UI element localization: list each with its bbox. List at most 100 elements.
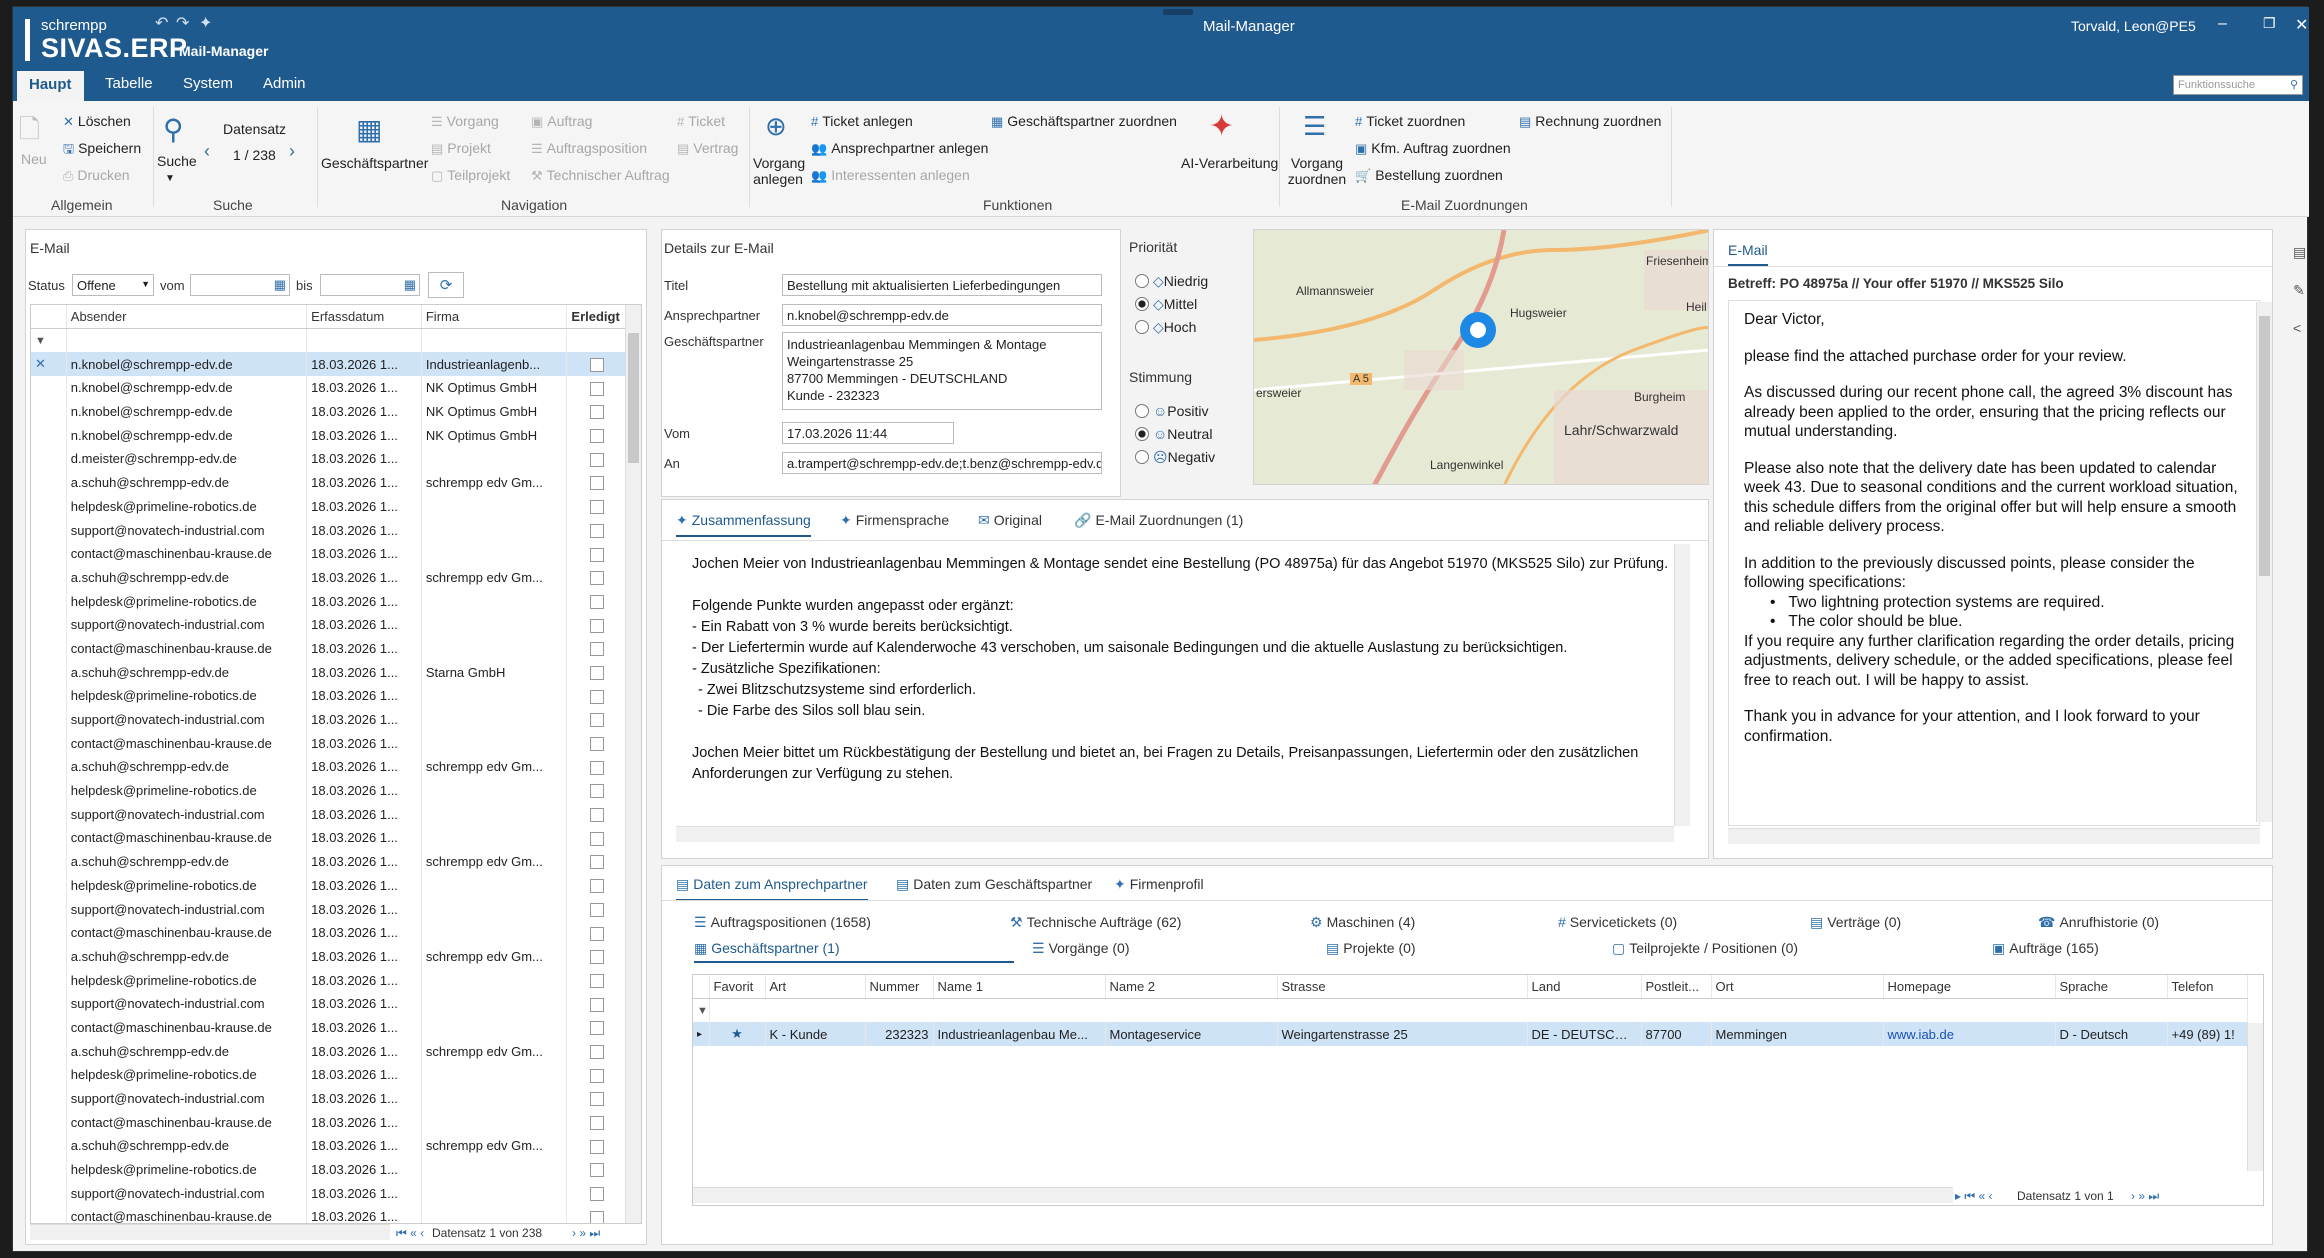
- priority-mittel[interactable]: ◇Mittel: [1135, 296, 1197, 313]
- new-button[interactable]: Neu: [21, 151, 47, 167]
- print-button[interactable]: ⎙ Drucken: [63, 167, 130, 184]
- row-indicator[interactable]: [31, 636, 67, 661]
- filter-row[interactable]: [709, 998, 2248, 1023]
- row-indicator[interactable]: [31, 1015, 67, 1040]
- table-row[interactable]: a.schuh@schrempp-edv.de 18.03.2026 1... sc…: [31, 470, 627, 495]
- row-indicator[interactable]: [31, 1086, 67, 1111]
- col-sprache[interactable]: Sprache: [2055, 975, 2168, 1000]
- email-vscroll[interactable]: [2256, 302, 2272, 822]
- summary-vscroll[interactable]: [1674, 544, 1690, 826]
- vom-field[interactable]: 17.03.2026 11:44: [782, 422, 954, 444]
- subtab-vorgaenge[interactable]: ☰ Vorgänge (0): [1032, 940, 1130, 957]
- row-indicator[interactable]: [31, 707, 67, 732]
- row-indicator[interactable]: [31, 589, 67, 613]
- ansprechpartner-field[interactable]: n.knobel@schrempp-edv.de: [782, 304, 1102, 326]
- row-indicator[interactable]: [31, 968, 67, 992]
- erledigt-checkbox[interactable]: [589, 594, 604, 609]
- restore-icon[interactable]: ❐: [2263, 15, 2276, 32]
- col-erfassdatum[interactable]: Erfassdatum: [306, 305, 422, 330]
- table-row[interactable]: contact@maschinenbau-krause.de 18.03.2026…: [31, 541, 627, 566]
- row-indicator[interactable]: [31, 826, 67, 850]
- erledigt-checkbox[interactable]: [589, 547, 604, 562]
- erledigt-checkbox[interactable]: [589, 1116, 604, 1130]
- search-button[interactable]: Suche: [157, 153, 197, 169]
- table-row[interactable]: helpdesk@primeline-robotics.de 18.03.2026…: [31, 494, 627, 519]
- erledigt-checkbox[interactable]: [589, 713, 604, 728]
- row-indicator[interactable]: [31, 802, 67, 827]
- vom-date-input[interactable]: ▦: [190, 274, 290, 296]
- table-row[interactable]: a.schuh@schrempp-edv.de 18.03.2026 1... sc…: [31, 1134, 627, 1158]
- table-row[interactable]: contact@maschinenbau-krause.de 18.03.2026…: [31, 731, 627, 756]
- email-hscroll[interactable]: [1728, 828, 2260, 844]
- table-row[interactable]: ▸ ★ K - Kunde 232323 Industrieanlagenbau…: [693, 1022, 2248, 1047]
- erledigt-checkbox[interactable]: [589, 1044, 604, 1059]
- erledigt-checkbox[interactable]: [589, 997, 604, 1012]
- delete-button[interactable]: ✕ Löschen: [63, 113, 131, 130]
- row-indicator[interactable]: [31, 778, 67, 803]
- close-icon[interactable]: ✕: [2295, 15, 2308, 35]
- col-name1[interactable]: Name 1: [933, 975, 1106, 1000]
- filter-cell[interactable]: [421, 328, 568, 353]
- table-row[interactable]: contact@maschinenbau-krause.de 18.03.2026…: [31, 920, 627, 945]
- table-row[interactable]: n.knobel@schrempp-edv.de 18.03.2026 1... N…: [31, 399, 627, 424]
- tab-zusammenfassung[interactable]: ✦ Zusammenfassung: [676, 512, 811, 537]
- tab-email[interactable]: E-Mail: [1728, 242, 1768, 266]
- subtab-technische-auftraege[interactable]: ⚒ Technische Aufträge (62): [1010, 914, 1181, 931]
- map-view[interactable]: Friesenheim Allmannsweier Hugsweier Heil…: [1253, 229, 1709, 485]
- edit-icon[interactable]: ✎: [2293, 271, 2307, 309]
- prev-record-icon[interactable]: ‹: [204, 141, 210, 162]
- undo-icon[interactable]: ↶: [155, 13, 168, 33]
- table-row[interactable]: helpdesk@primeline-robotics.de 18.03.2026…: [31, 873, 627, 898]
- pager-first-icon[interactable]: ⏮ « ‹: [396, 1226, 424, 1241]
- erledigt-checkbox[interactable]: [589, 950, 604, 965]
- row-indicator[interactable]: [31, 1039, 67, 1063]
- erledigt-checkbox[interactable]: [589, 618, 604, 633]
- function-search-input[interactable]: Funktionssuche ⚲: [2173, 75, 2303, 95]
- erledigt-checkbox[interactable]: [589, 665, 604, 680]
- priority-niedrig[interactable]: ◇Niedrig: [1135, 273, 1208, 290]
- col-name2[interactable]: Name 2: [1105, 975, 1278, 1000]
- row-indicator[interactable]: [31, 1110, 67, 1135]
- table-row[interactable]: ✕ n.knobel@schrempp-edv.de 18.03.2026 1...…: [31, 352, 627, 377]
- gp-zuordnen-button[interactable]: ▦ Geschäftspartner zuordnen: [991, 113, 1177, 130]
- col-firma[interactable]: Firma: [421, 305, 568, 330]
- table-row[interactable]: helpdesk@primeline-robotics.de 18.03.2026…: [31, 778, 627, 803]
- table-row[interactable]: n.knobel@schrempp-edv.de 18.03.2026 1... N…: [31, 423, 627, 448]
- erledigt-checkbox[interactable]: [589, 760, 604, 775]
- col-plz[interactable]: Postleit...: [1641, 975, 1712, 1000]
- row-indicator[interactable]: [31, 565, 67, 590]
- table-row[interactable]: helpdesk@primeline-robotics.de 18.03.2026…: [31, 1157, 627, 1182]
- row-indicator[interactable]: [31, 660, 67, 684]
- table-row[interactable]: a.schuh@schrempp-edv.de 18.03.2026 1... St…: [31, 660, 627, 684]
- erledigt-checkbox[interactable]: [589, 879, 604, 894]
- mood-neutral[interactable]: ☺Neutral: [1135, 426, 1212, 442]
- filter-cell[interactable]: [566, 328, 627, 353]
- col-absender[interactable]: Absender: [66, 305, 308, 330]
- erledigt-checkbox[interactable]: [589, 429, 604, 444]
- auftragsposition-button[interactable]: ☰ Auftragsposition: [531, 140, 647, 157]
- priority-hoch[interactable]: ◇Hoch: [1135, 319, 1196, 336]
- tab-admin[interactable]: Admin: [263, 75, 306, 92]
- table-row[interactable]: contact@maschinenbau-krause.de 18.03.2026…: [31, 1205, 627, 1223]
- refresh-button[interactable]: ⟳: [428, 272, 464, 298]
- col-homepage[interactable]: Homepage: [1883, 975, 2056, 1000]
- row-indicator[interactable]: [31, 873, 67, 898]
- erledigt-checkbox[interactable]: [589, 1092, 604, 1107]
- row-indicator[interactable]: [31, 494, 67, 519]
- current-user[interactable]: Torvald, Leon@PE5: [2071, 18, 2196, 34]
- teilprojekt-button[interactable]: ▢ Teilprojekt: [431, 167, 510, 184]
- technical-order-button[interactable]: ⚒ Technischer Auftrag: [531, 167, 670, 184]
- search-dropdown-icon[interactable]: ▼: [165, 173, 175, 184]
- subtab-vertraege[interactable]: ▤ Verträge (0): [1810, 914, 1901, 931]
- email-list-scrollbar[interactable]: [625, 305, 641, 1223]
- vorgang-anlegen-button[interactable]: Vorgang anlegen: [753, 155, 805, 187]
- ticket-anlegen-button[interactable]: # Ticket anlegen: [811, 113, 913, 129]
- row-indicator[interactable]: [31, 447, 67, 471]
- col-erledigt[interactable]: Erledigt: [566, 305, 627, 330]
- table-row[interactable]: support@novatech-industrial.com 18.03.202…: [31, 1181, 627, 1206]
- erledigt-checkbox[interactable]: [589, 452, 604, 467]
- table-row[interactable]: d.meister@schrempp-edv.de 18.03.2026 1...: [31, 447, 627, 471]
- gp-grid-vscroll[interactable]: [2247, 1023, 2263, 1171]
- row-indicator[interactable]: [31, 399, 67, 424]
- table-row[interactable]: contact@maschinenbau-krause.de 18.03.2026…: [31, 826, 627, 850]
